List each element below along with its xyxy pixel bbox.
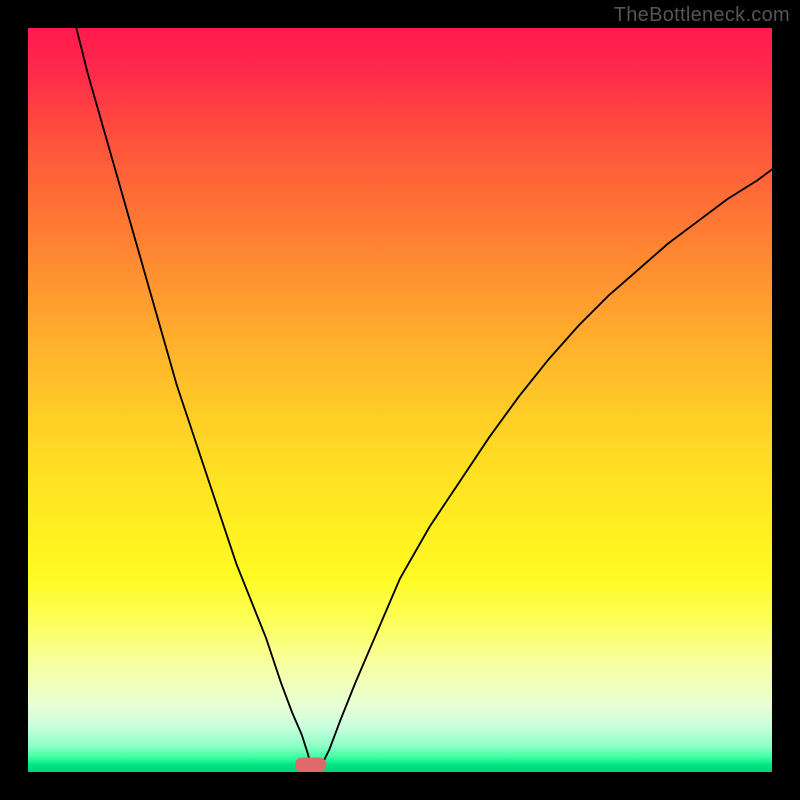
chart-area — [28, 28, 772, 772]
watermark-text: TheBottleneck.com — [614, 4, 790, 27]
optimum-marker-layer — [28, 28, 772, 772]
optimum-marker — [295, 757, 326, 771]
